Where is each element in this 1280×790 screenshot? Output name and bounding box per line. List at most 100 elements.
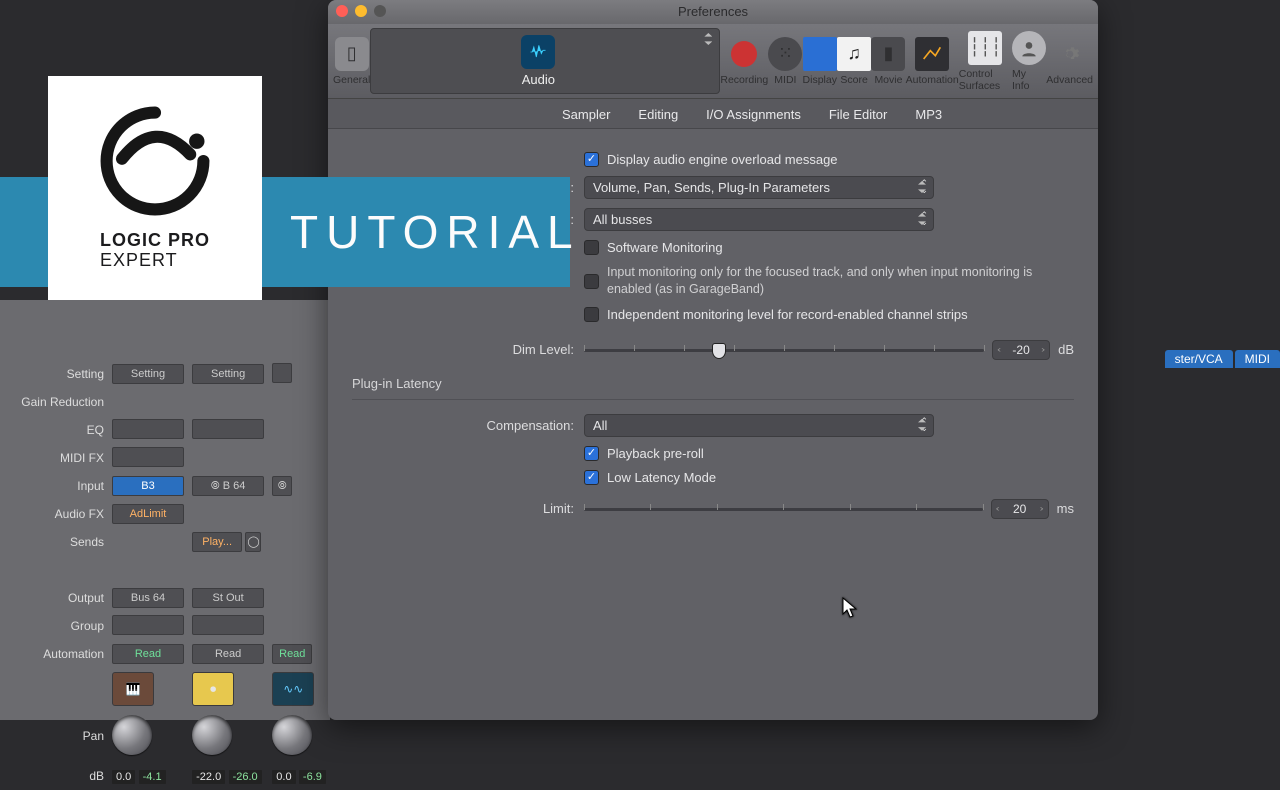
score-icon: ♫ [837,37,871,71]
toolbar-myinfo[interactable]: My Info [1012,28,1046,94]
stepper-limit-value[interactable]: 20 [991,499,1049,519]
auto-read-1[interactable]: Read [112,644,184,664]
row-output-label: Output [0,584,108,612]
logo-text-line2: EXPERT [100,251,210,271]
input-link[interactable]: ⦾ [272,476,292,496]
checkbox-low-latency-mode[interactable] [584,470,599,485]
automation-icon [915,37,949,71]
preferences-titlebar[interactable]: Preferences [328,0,1098,24]
toolbar-general[interactable]: ▯General [333,28,370,94]
checkbox-overload-message[interactable] [584,152,599,167]
slider-dim-level[interactable] [584,341,984,359]
toolbar-score[interactable]: ♫Score [837,28,871,94]
tutorial-banner-text: TUTORIAL [290,205,581,259]
input-b64[interactable]: ⦾ B 64 [192,476,264,496]
label-software-monitoring: Software Monitoring [607,240,723,255]
group-2[interactable] [192,615,264,635]
label-input-monitoring-focused: Input monitoring only for the focused tr… [607,264,1074,298]
pan-knob-1[interactable] [112,715,152,755]
input-b3[interactable]: B3 [112,476,184,496]
divider [352,399,1074,400]
subtab-mp3[interactable]: MP3 [901,101,956,128]
section-plugin-latency: Plug-in Latency [352,376,1074,391]
logo-icon [100,106,210,221]
pan-knob-3[interactable] [272,715,312,755]
label-independent-monitoring: Independent monitoring level for record-… [607,307,968,322]
select-compensation[interactable]: All⌃⌄ [584,414,934,437]
subtab-file-editor[interactable]: File Editor [815,101,902,128]
row-setting-label: Setting [0,360,108,388]
subtab-editing[interactable]: Editing [624,101,692,128]
general-icon: ▯ [335,37,369,71]
checkbox-input-monitoring-focused[interactable] [584,274,599,289]
row-eq-label: EQ [0,416,108,444]
eq-slot-2[interactable] [192,419,264,439]
toolbar-automation[interactable]: Automation [906,28,959,94]
row-audiofx-label: Audio FX [0,500,108,528]
midi-icon: ⁙ [768,37,802,71]
row-midifx-label: MIDI FX [0,444,108,472]
db-2a: -22.0 [192,770,225,784]
subtab-sampler[interactable]: Sampler [548,101,624,128]
output-stout[interactable]: St Out [192,588,264,608]
slider-dim-thumb[interactable] [712,343,726,359]
subtab-io-assignments[interactable]: I/O Assignments [692,101,815,128]
setting-slot-2[interactable]: Setting [192,364,264,384]
select-bus-assignment[interactable]: All busses⌃⌄ [584,208,934,231]
mixer-panel: Setting Setting Setting Gain Reduction E… [0,300,330,720]
send-knob[interactable]: ◯ [245,532,261,552]
output-bus64[interactable]: Bus 64 [112,588,184,608]
toolbar-midi[interactable]: ⁙MIDI [768,28,802,94]
toolbar-movie[interactable]: ▮Movie [871,28,905,94]
group-1[interactable] [112,615,184,635]
audio-icon [521,35,555,69]
toolbar-control-surfaces[interactable]: ┆┆┆Control Surfaces [959,28,1012,94]
minimize-icon[interactable] [355,5,367,17]
db-1b: -4.1 [139,770,166,784]
checkbox-software-monitoring[interactable] [584,240,599,255]
setting-slot-3[interactable] [272,363,292,383]
label-playback-preroll: Playback pre-roll [607,446,704,461]
unit-ms: ms [1057,501,1074,516]
toolbar-display[interactable]: Display [803,28,837,94]
label-compensation: Compensation: [352,418,584,433]
row-group-label: Group [0,612,108,640]
audiofx-adlimit[interactable]: AdLimit [112,504,184,524]
row-automation-label: Automation [0,640,108,668]
gear-icon [1053,37,1087,71]
tab-master-vca[interactable]: ster/VCA [1165,350,1233,368]
db-2b: -26.0 [229,770,262,784]
eq-slot-1[interactable] [112,419,184,439]
preferences-title: Preferences [678,4,748,19]
send-play[interactable]: Play... [192,532,242,552]
myinfo-icon [1012,31,1046,65]
close-icon[interactable] [336,5,348,17]
control-surfaces-icon: ┆┆┆ [968,31,1002,65]
label-overload-message: Display audio engine overload message [607,152,838,167]
select-sample-accurate[interactable]: Volume, Pan, Sends, Plug-In Parameters⌃⌄ [584,176,934,199]
track-icon-1[interactable]: 🎹 [112,672,154,706]
slider-limit[interactable] [584,500,983,518]
row-sends-label: Sends [0,528,108,556]
tab-midi[interactable]: MIDI [1235,350,1280,368]
stepper-dim-value[interactable]: -20 [992,340,1050,360]
setting-slot-1[interactable]: Setting [112,364,184,384]
toolbar-recording[interactable]: Recording [720,28,768,94]
row-input-label: Input [0,472,108,500]
record-icon [727,37,761,71]
midifx-slot-1[interactable] [112,447,184,467]
track-icon-3[interactable]: ∿∿ [272,672,314,706]
pan-knob-2[interactable] [192,715,232,755]
checkbox-independent-monitoring[interactable] [584,307,599,322]
toolbar-audio[interactable]: Audio [370,28,720,94]
checkbox-playback-preroll[interactable] [584,446,599,461]
zoom-icon [374,5,386,17]
track-icon-2[interactable]: ⏺ [192,672,234,706]
toolbar-advanced[interactable]: Advanced [1046,28,1093,94]
label-dim-level: Dim Level: [352,342,584,357]
mixer-right-tabs: ster/VCA MIDI [1163,350,1280,368]
auto-read-3[interactable]: Read [272,644,312,664]
logo-card: LOGIC PRO EXPERT [48,76,262,300]
auto-read-2[interactable]: Read [192,644,264,664]
display-icon [803,37,837,71]
